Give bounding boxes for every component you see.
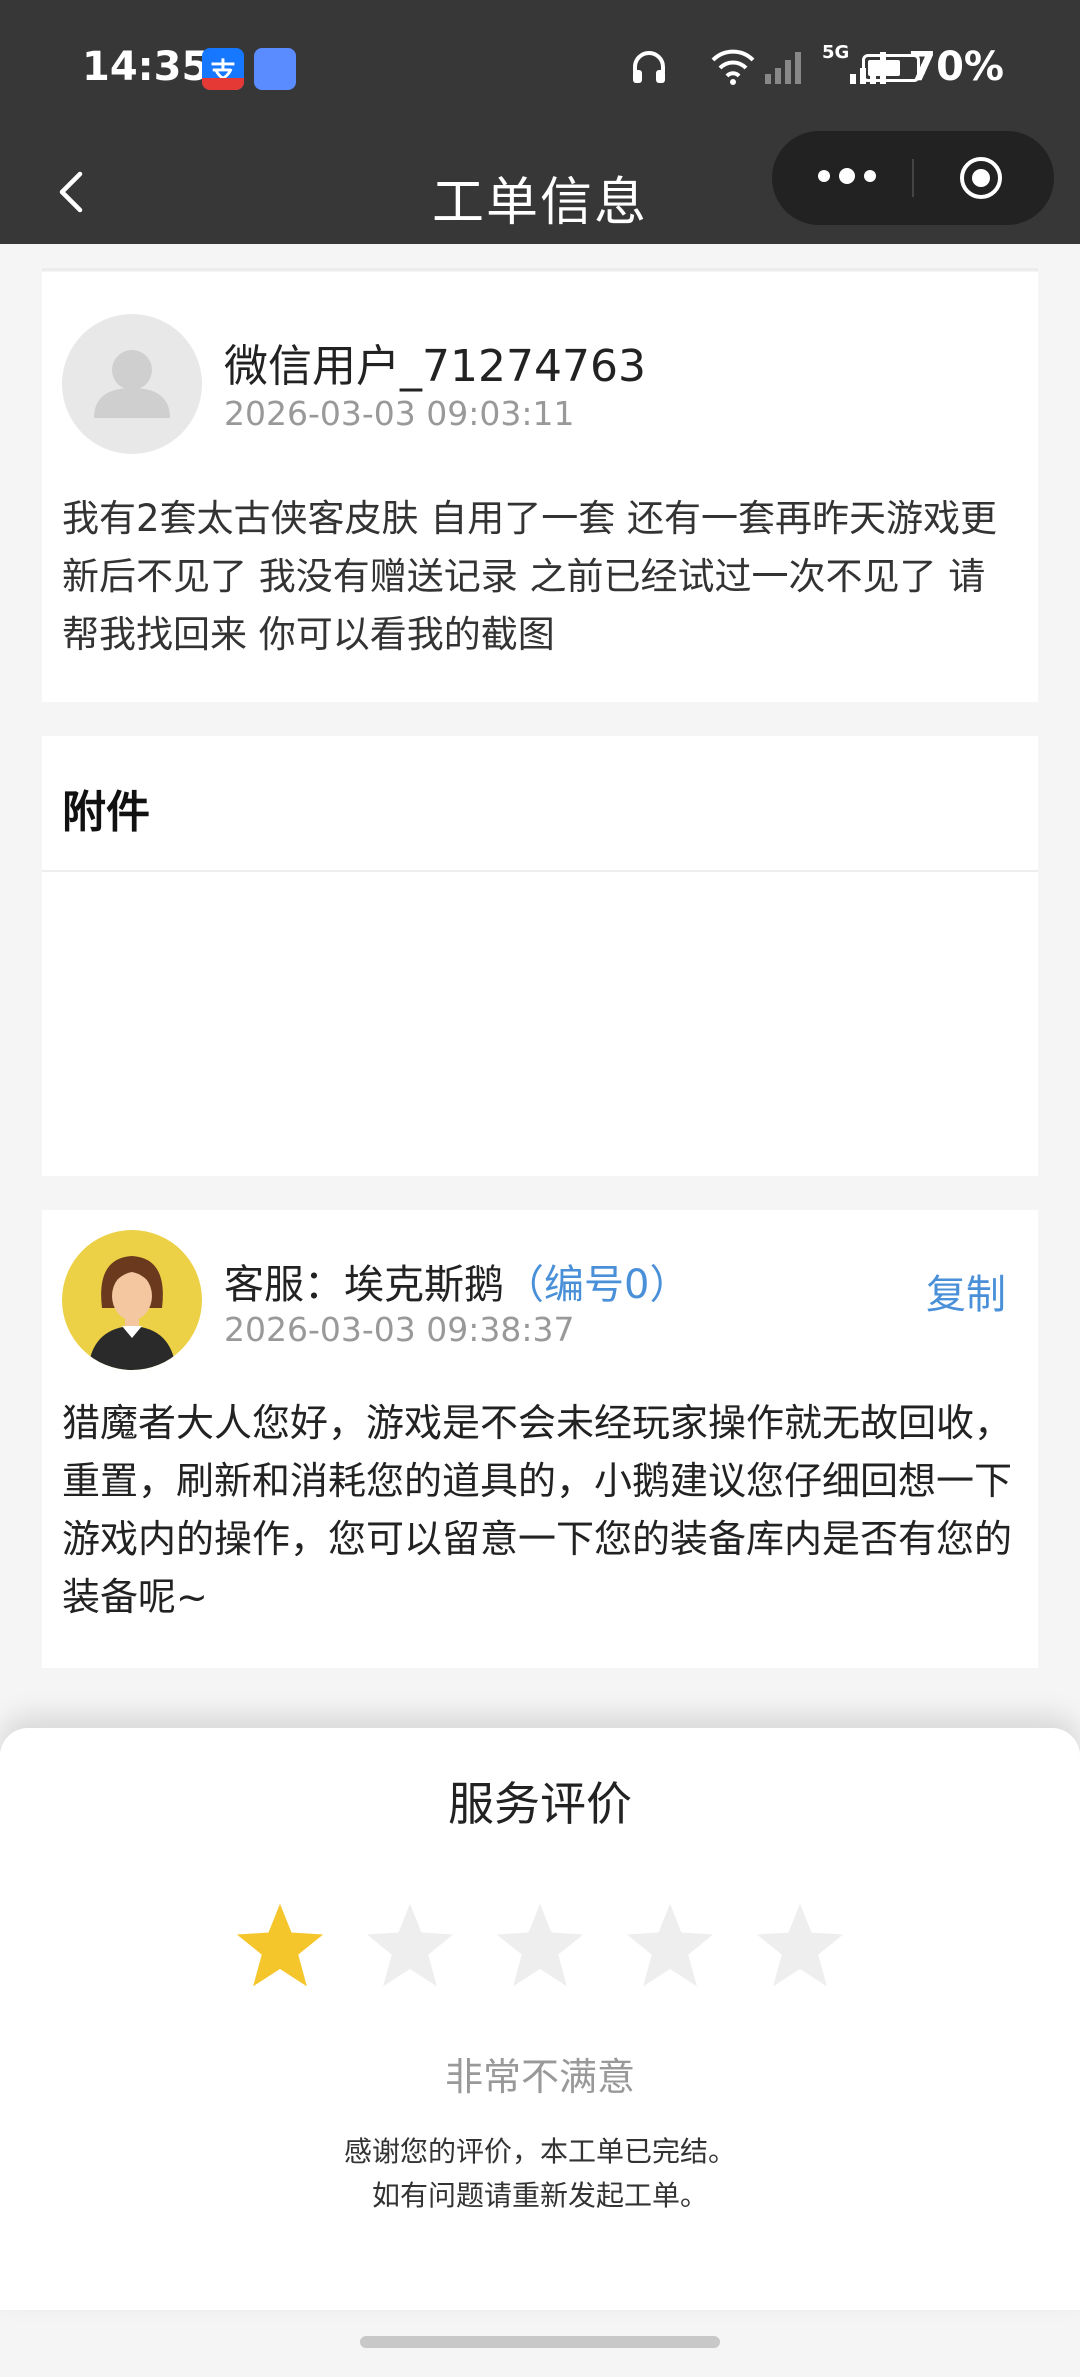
reply-content: 猎魔者大人您好，游戏是不会未经玩家操作就无故回收，重置，刷新和消耗您的道具的，小… (62, 1401, 1013, 1619)
star-icon[interactable] (362, 1898, 458, 1994)
agent-avatar-icon (88, 1256, 176, 1370)
username: 微信用户_71274763 (224, 341, 646, 392)
star-icon[interactable] (492, 1898, 588, 1994)
rating-stars (0, 1898, 1080, 1998)
close-miniprogram-icon[interactable] (958, 155, 1004, 201)
star-icon[interactable] (752, 1898, 848, 1994)
user-message-card: 微信用户_71274763 2026-03-03 09:03:11 我有2套太古… (42, 272, 1038, 702)
reply-time: 2026-03-03 09:38:37 (224, 1310, 575, 1349)
rating-label: 非常不满意 (444, 2055, 635, 2099)
capsule-divider (912, 159, 914, 197)
alipay-notification-icon: 支 (202, 48, 244, 90)
status-time: 14:35 (82, 44, 210, 90)
default-avatar-icon (94, 350, 170, 418)
agent-name: 客服：埃克斯鹅 (224, 1262, 504, 1308)
status-indicators: 5G 70% (560, 42, 1080, 92)
network-type-label: 5G (822, 42, 850, 63)
reply-card: 客服：埃克斯鹅（编号0） 复制 2026-03-03 09:38:37 猎魔者大… (42, 1210, 1038, 1668)
rating-title: 服务评价 (448, 1777, 632, 1831)
status-bar: 14:35 支 5G 70% (0, 0, 1080, 138)
thanks-line-1: 感谢您的评价，本工单已完结。 (343, 2135, 736, 2168)
copy-button[interactable]: 复制 (926, 1262, 1006, 1320)
headphones-icon (633, 51, 665, 83)
miniprogram-capsule (772, 131, 1054, 225)
battery-percent: 70% (908, 44, 1004, 90)
signal-sim1-icon (765, 50, 801, 84)
agent-label: 客服：埃克斯鹅（编号0） (224, 1252, 689, 1310)
divider (42, 870, 1038, 872)
divider (42, 268, 1038, 271)
message-content: 我有2套太古侠客皮肤 自用了一套 还有一套再昨天游戏更新后不见了 我没有赠送记录… (62, 497, 998, 656)
avatar (62, 314, 202, 454)
message-time: 2026-03-03 09:03:11 (224, 394, 575, 433)
attachments-title: 附件 (62, 787, 150, 838)
thanks-line-2: 如有问题请重新发起工单。 (371, 2179, 708, 2212)
home-indicator[interactable] (360, 2336, 720, 2348)
agent-avatar (62, 1230, 202, 1370)
app-notification-icon (254, 48, 296, 90)
wifi-icon (711, 49, 755, 85)
rating-sheet: 服务评价 非常不满意 感谢您的评价，本工单已完结。 如有问题请重新发起工单。 (0, 1728, 1080, 2310)
attachments-card: 附件 (42, 736, 1038, 1176)
more-options-icon[interactable] (812, 161, 882, 191)
rating-thanks: 感谢您的评价，本工单已完结。 如有问题请重新发起工单。 (0, 2130, 1080, 2218)
agent-id: （编号0） (504, 1262, 690, 1308)
star-icon[interactable] (622, 1898, 718, 1994)
star-icon[interactable] (232, 1898, 328, 1994)
